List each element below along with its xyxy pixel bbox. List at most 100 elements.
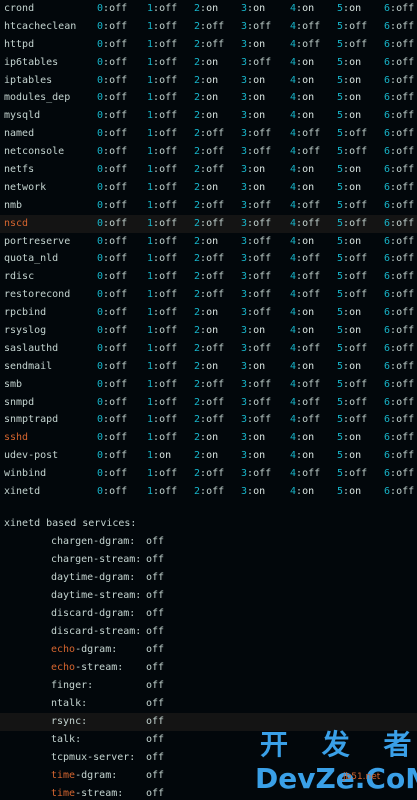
runlevel-state: off — [159, 164, 178, 176]
runlevel-state: off — [396, 164, 415, 176]
runlevel-state: off — [109, 360, 128, 372]
xinetd-service-name-part: daytime-dgram: — [51, 572, 136, 583]
runlevel-state: off — [253, 128, 272, 140]
runlevel-state: on — [253, 450, 266, 462]
runlevel-state: off — [302, 253, 321, 265]
runlevel-2-status: 2:on — [194, 307, 219, 319]
runlevel-0-status: 0:off — [97, 128, 128, 140]
runlevel-state: off — [206, 146, 225, 158]
runlevel-state: off — [109, 181, 128, 193]
runlevel-3-status: 3:on — [241, 450, 266, 462]
runlevel-6-status: 6:off — [384, 450, 415, 462]
runlevel-5-status: 5:off — [337, 199, 368, 211]
runlevel-1-status: 1:off — [147, 432, 178, 444]
xinetd-service-name: daytime-dgram: — [51, 569, 135, 587]
runlevel-state: on — [349, 56, 362, 68]
runlevel-6-status: 6:off — [384, 20, 415, 32]
service-name: crond — [4, 3, 35, 14]
runlevel-state: off — [109, 396, 128, 408]
xinetd-service-name-part: echo — [51, 644, 76, 655]
xinetd-service-name: time-stream: — [51, 785, 123, 800]
service-name: snmptrapd — [4, 414, 59, 426]
runlevel-state: off — [253, 253, 272, 265]
runlevel-state: off — [253, 271, 272, 283]
runlevel-state: on — [302, 181, 315, 193]
runlevel-3-status: 3:on — [241, 325, 266, 337]
runlevel-4-status: 4:on — [290, 486, 315, 498]
xinetd-service-name-part: discard-dgram: — [51, 608, 136, 619]
runlevel-state: off — [396, 307, 415, 319]
service-row: snmpd 0:off 1:off 2:off 3:off 4:off 5:off 6:off — [0, 394, 417, 412]
xinetd-service-row: echo-stream: off — [0, 659, 417, 677]
runlevel-6-status: 6:off — [384, 342, 415, 354]
runlevel-state: off — [109, 110, 128, 122]
runlevel-4-status: 4:off — [290, 289, 321, 301]
service-row: rsyslog 0:off 1:off 2:on 3:on 4:on 5:on 6:off — [0, 322, 417, 340]
xinetd-service-state: off — [146, 698, 165, 709]
runlevel-state: off — [253, 414, 272, 426]
runlevel-0-status: 0:off — [97, 217, 128, 229]
runlevel-5-status: 5:off — [337, 396, 368, 408]
runlevel-2-status: 2:on — [194, 3, 219, 14]
runlevel-5-status: 5:on — [337, 56, 362, 68]
service-row: netfs 0:off 1:off 2:off 3:on 4:on 5:on 6:off — [0, 161, 417, 179]
runlevel-2-status: 2:on — [194, 432, 219, 444]
runlevel-state: on — [206, 360, 219, 372]
runlevel-2-status: 2:on — [194, 56, 219, 68]
xinetd-service-name-part: discard-stream: — [51, 626, 142, 637]
runlevel-state: off — [159, 360, 178, 372]
terminal-window[interactable]: crond 0:off 1:off 2:on 3:on 4:on 5:on 6:off htca… — [0, 0, 417, 800]
runlevel-state: on — [302, 110, 315, 122]
runlevel-4-status: 4:on — [290, 235, 315, 247]
runlevel-state: on — [349, 3, 362, 14]
service-row: nscd 0:off 1:off 2:off 3:off 4:off 5:off 6:off — [0, 214, 417, 233]
runlevel-state: off — [109, 128, 128, 140]
xinetd-service-state: off — [146, 626, 165, 637]
runlevel-4-status: 4:off — [290, 414, 321, 426]
runlevel-state: off — [109, 164, 128, 176]
runlevel-5-status: 5:on — [337, 181, 362, 193]
runlevel-state: off — [349, 378, 368, 390]
runlevel-state: off — [302, 289, 321, 301]
runlevel-state: on — [349, 360, 362, 372]
service-name: snmpd — [4, 396, 35, 408]
runlevel-state: off — [349, 289, 368, 301]
runlevel-0-status: 0:off — [97, 253, 128, 265]
runlevel-state: off — [159, 342, 178, 354]
runlevel-3-status: 3:on — [241, 486, 266, 498]
runlevel-2-status: 2:off — [194, 199, 225, 211]
runlevel-state: on — [349, 450, 362, 462]
runlevel-5-status: 5:off — [337, 378, 368, 390]
runlevel-state: off — [159, 432, 178, 444]
xinetd-service-name: echo-dgram: — [51, 641, 117, 659]
runlevel-state: off — [253, 378, 272, 390]
runlevel-state: off — [159, 325, 178, 337]
runlevel-state: off — [109, 468, 128, 480]
xinetd-service-name-part: time — [51, 770, 76, 781]
service-name: xinetd — [4, 486, 41, 498]
runlevel-6-status: 6:off — [384, 146, 415, 158]
runlevel-0-status: 0:off — [97, 38, 128, 50]
runlevel-4-status: 4:off — [290, 146, 321, 158]
service-row: iptables 0:off 1:off 2:on 3:on 4:on 5:on 6:off — [0, 72, 417, 90]
service-name: httpd — [4, 38, 35, 50]
runlevel-state: off — [253, 146, 272, 158]
runlevel-state: on — [349, 486, 362, 498]
runlevel-state: off — [109, 432, 128, 444]
runlevel-0-status: 0:off — [97, 468, 128, 480]
runlevel-state: off — [206, 289, 225, 301]
runlevel-state: off — [253, 468, 272, 480]
runlevel-6-status: 6:off — [384, 414, 415, 426]
runlevel-state: on — [253, 325, 266, 337]
runlevel-state: off — [206, 253, 225, 265]
runlevel-state: on — [206, 450, 219, 462]
runlevel-1-status: 1:off — [147, 360, 178, 372]
runlevel-state: off — [396, 271, 415, 283]
runlevel-6-status: 6:off — [384, 3, 415, 14]
service-name: netconsole — [4, 146, 65, 158]
runlevel-state: off — [206, 199, 225, 211]
service-name: restorecond — [4, 289, 71, 301]
runlevel-4-status: 4:off — [290, 128, 321, 140]
runlevel-state: off — [253, 289, 272, 301]
runlevel-state: off — [349, 20, 368, 32]
